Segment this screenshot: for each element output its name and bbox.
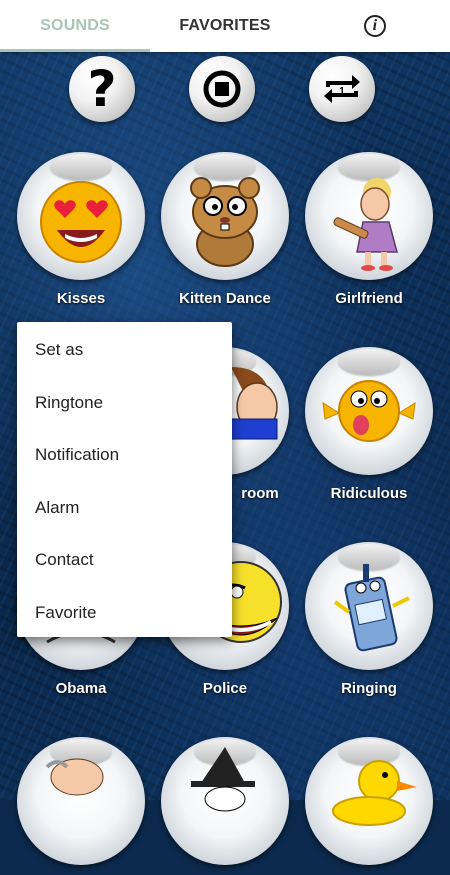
sound-tile-old-man[interactable] xyxy=(11,737,151,875)
hamster-cartoon-icon xyxy=(190,177,260,267)
repeat-one-icon: 1 xyxy=(324,75,360,103)
sound-label: Kisses xyxy=(56,290,106,307)
sound-label: Ridiculous xyxy=(330,485,408,502)
sound-tile-duck[interactable] xyxy=(299,737,439,875)
heart-eyes-emoji-icon xyxy=(40,181,122,263)
tab-favorites[interactable]: FAVORITES xyxy=(150,0,300,52)
help-icon: ? xyxy=(87,60,117,118)
sound-tile-ringing[interactable]: Ringing xyxy=(299,542,439,697)
sound-tile-witch[interactable] xyxy=(155,737,295,875)
sound-bubble[interactable] xyxy=(17,737,145,865)
angry-woman-rolling-pin-icon xyxy=(333,178,398,271)
menu-item-contact[interactable]: Contact xyxy=(17,534,232,587)
cartoon-phone-icon xyxy=(333,564,410,652)
set-as-popup-menu: Set as Ringtone Notification Alarm Conta… xyxy=(17,322,232,637)
sound-tile-girlfriend[interactable]: Girlfriend xyxy=(299,152,439,307)
sound-bubble[interactable] xyxy=(305,152,433,280)
stop-button[interactable] xyxy=(189,56,255,122)
info-button[interactable]: i xyxy=(300,0,450,52)
sound-label: Obama xyxy=(55,680,107,697)
sound-label: Kitten Dance xyxy=(179,290,271,307)
menu-item-alarm[interactable]: Alarm xyxy=(17,482,232,535)
sound-bubble[interactable] xyxy=(305,542,433,670)
rubber-duck-icon xyxy=(332,760,417,826)
menu-item-notification[interactable]: Notification xyxy=(17,429,232,482)
sound-tile-kitten-dance[interactable]: Kitten Dance xyxy=(155,152,295,307)
tab-bar: SOUNDS FAVORITES i xyxy=(0,0,450,52)
sound-bubble[interactable] xyxy=(161,737,289,865)
sound-bubble[interactable] xyxy=(17,152,145,280)
tab-sounds[interactable]: SOUNDS xyxy=(0,0,150,52)
menu-title-set-as: Set as xyxy=(35,340,84,360)
sound-label: Girlfriend xyxy=(335,290,403,307)
sound-tile-ridiculous[interactable]: Ridiculous xyxy=(299,347,439,502)
sound-bubble[interactable] xyxy=(161,152,289,280)
sound-tile-kisses[interactable]: Kisses xyxy=(11,152,151,307)
help-button[interactable]: ? xyxy=(69,56,135,122)
menu-item-ringtone[interactable]: Ringtone xyxy=(17,377,232,430)
stop-icon xyxy=(203,70,241,108)
repeat-button[interactable]: 1 xyxy=(309,56,375,122)
sound-bubble[interactable] xyxy=(305,347,433,475)
menu-item-favorite[interactable]: Favorite xyxy=(17,587,232,640)
sound-bubble[interactable] xyxy=(305,737,433,865)
svg-text:1: 1 xyxy=(339,86,345,97)
witch-cartoon-icon xyxy=(191,747,255,812)
sound-label: Police xyxy=(202,680,248,697)
tongue-out-emoji-icon xyxy=(322,380,416,442)
old-man-cartoon-icon xyxy=(45,758,104,796)
sound-label: Ringing xyxy=(341,680,397,697)
info-icon: i xyxy=(364,15,386,37)
